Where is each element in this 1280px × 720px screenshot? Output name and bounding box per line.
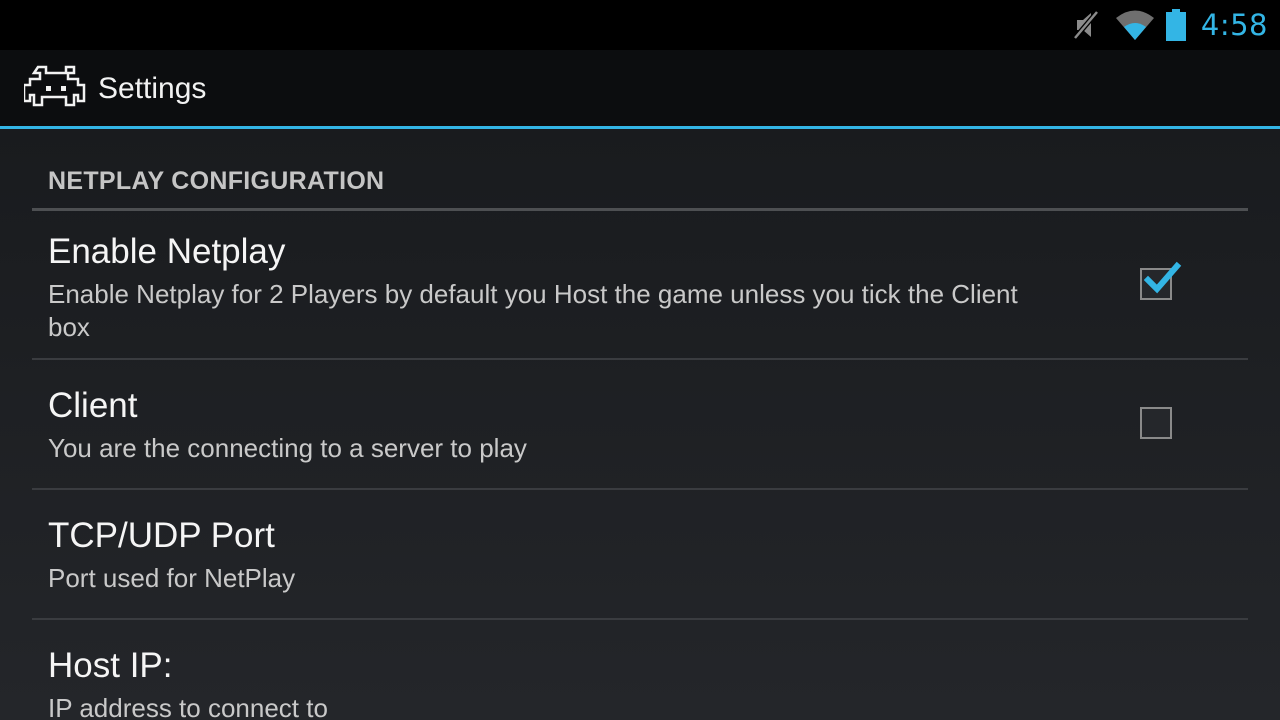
pref-summary: Port used for NetPlay [48,563,296,593]
checkmark-icon [1144,261,1182,294]
space-invader-icon[interactable] [22,65,88,118]
pref-summary: Enable Netplay for 2 Players by default … [48,279,1018,342]
clock: 4:58 [1200,8,1268,42]
pref-title: Client [48,386,138,425]
category-header: NETPLAY CONFIGURATION [48,167,385,195]
status-icons: 4:58 [1071,0,1268,50]
pref-title: Enable Netplay [48,232,286,271]
pref-title: Host IP: [48,646,173,685]
battery-icon [1165,8,1187,42]
pref-host-ip[interactable]: Host IP: IP address to connect to [32,620,1248,720]
page-title: Settings [98,72,207,105]
enable-netplay-checkbox[interactable] [1140,261,1182,300]
pref-enable-netplay[interactable]: Enable Netplay Enable Netplay for 2 Play… [32,211,1248,360]
action-bar: Settings [0,50,1280,129]
pref-summary: You are the connecting to a server to pl… [48,433,527,463]
wifi-icon [1115,9,1155,41]
pref-title: TCP/UDP Port [48,516,275,555]
status-bar: 4:58 [0,0,1280,50]
pref-client[interactable]: Client You are the connecting to a serve… [32,360,1248,490]
client-checkbox[interactable] [1140,407,1172,439]
mute-icon [1071,8,1103,42]
pref-summary: IP address to connect to [48,693,328,720]
settings-list[interactable]: NETPLAY CONFIGURATION Enable Netplay Ena… [0,129,1280,720]
pref-tcp-udp-port[interactable]: TCP/UDP Port Port used for NetPlay [32,490,1248,620]
